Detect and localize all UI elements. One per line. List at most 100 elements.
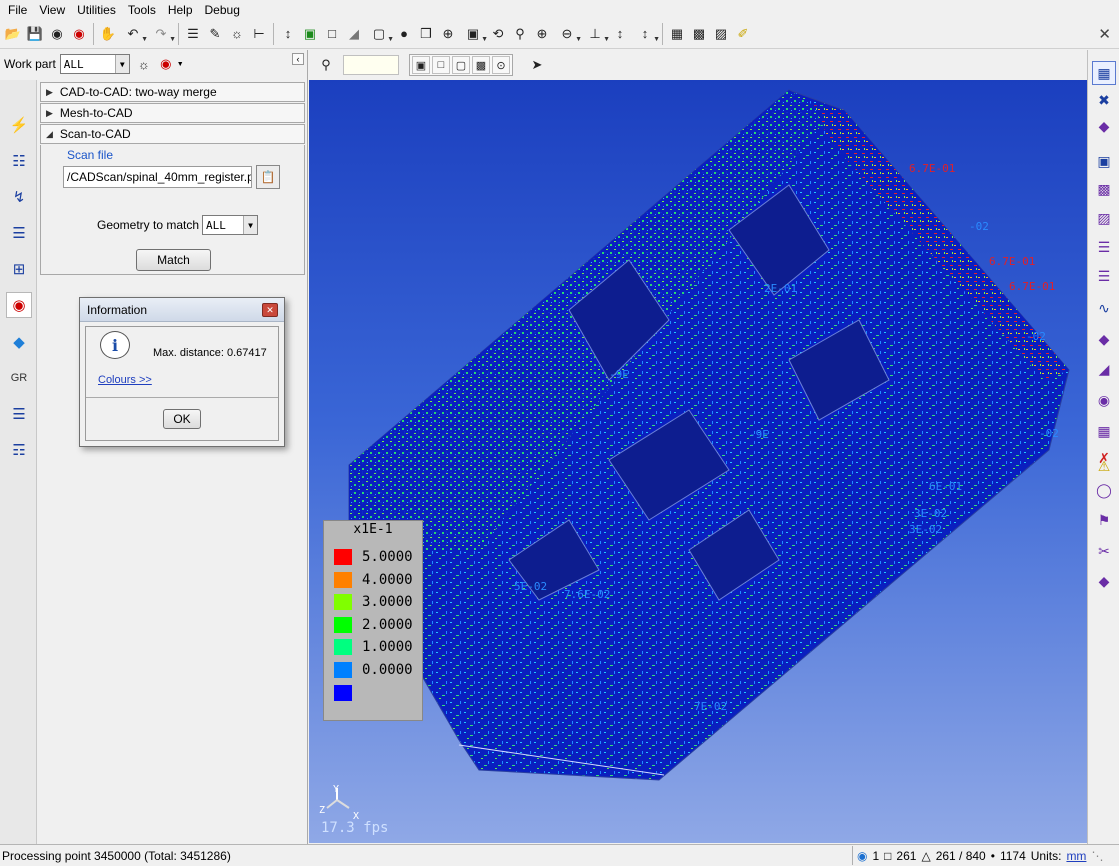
grid-icon[interactable]: ▦: [667, 24, 687, 44]
chevron-down-icon[interactable]: ▼: [177, 61, 184, 68]
undo-icon[interactable]: ↶ ▼: [120, 24, 148, 44]
checklist-icon[interactable]: ☰: [183, 24, 203, 44]
color-wheel-icon[interactable]: ◉: [156, 54, 176, 74]
zoom-icon[interactable]: ⚲: [316, 55, 336, 75]
save-icon[interactable]: 💾: [25, 24, 45, 44]
geometry-select[interactable]: ALL ▼: [202, 215, 259, 235]
color-legend: x1E-1 5.0000 4.0000 3.0000 2.0000 1.0000…: [323, 520, 423, 721]
edit-icon[interactable]: ✎: [205, 24, 225, 44]
menu-file[interactable]: File: [2, 3, 33, 17]
add-frame-icon[interactable]: ⊞: [6, 256, 32, 282]
record-icon[interactable]: ◉: [69, 24, 89, 44]
tree-icon[interactable]: ☷: [6, 148, 32, 174]
collapse-panel-button[interactable]: ‹: [292, 53, 304, 65]
axes-icon[interactable]: ⊥ ▼: [582, 24, 610, 44]
select-face-icon[interactable]: ▣: [412, 56, 430, 74]
grid-view-icon[interactable]: ▦: [1092, 61, 1116, 85]
select-edge-icon[interactable]: □: [432, 56, 450, 74]
pointer-icon[interactable]: ➤: [527, 55, 547, 75]
ok-button[interactable]: OK: [163, 409, 201, 429]
orbit-icon[interactable]: ⟲: [488, 24, 508, 44]
cut-icon[interactable]: ✂: [1092, 539, 1116, 563]
main-toolbar: 📂 💾 ◉ ◉ ✋ ↶ ▼ ↷ ▼ ☰ ✎ ☼ ⊢ ↕ ▣ □ ◢ ▢ ▼ ● ❒ ⊕…: [0, 19, 1119, 49]
layers-icon[interactable]: ☰: [1092, 235, 1116, 259]
menu-debug[interactable]: Debug: [199, 3, 246, 17]
measure-icon[interactable]: ⊢: [249, 24, 269, 44]
accordion-mesh-to-cad[interactable]: ▶ Mesh-to-CAD: [40, 103, 305, 123]
solid-box-icon[interactable]: ▣: [300, 24, 320, 44]
gr-icon[interactable]: GR: [6, 365, 32, 391]
select-vertex-icon[interactable]: ▩: [472, 56, 490, 74]
flag-icon[interactable]: ⚑: [1092, 508, 1116, 532]
ring-icon[interactable]: ◯: [1092, 478, 1116, 502]
probe-icon[interactable]: ↕: [610, 24, 630, 44]
target-icon[interactable]: ⊕: [438, 24, 458, 44]
stack-icon[interactable]: ☰: [6, 401, 32, 427]
shade-icon[interactable]: ▨: [711, 24, 731, 44]
texture-icon[interactable]: ▩: [689, 24, 709, 44]
close-icon[interactable]: ✕: [1098, 25, 1111, 43]
units-label: Units:: [1030, 848, 1062, 863]
brush-icon[interactable]: ✐: [733, 24, 753, 44]
binoculars-icon[interactable]: ☼: [227, 24, 247, 44]
slice-icon[interactable]: ▩: [1092, 177, 1116, 201]
menu-help[interactable]: Help: [162, 3, 199, 17]
redo-icon[interactable]: ↷ ▼: [148, 24, 176, 44]
path-icon[interactable]: ↯: [6, 184, 32, 210]
open-icon[interactable]: 📂: [3, 24, 23, 44]
select-center-icon[interactable]: ⊙: [492, 56, 510, 74]
zoom-in-icon[interactable]: ⊕: [532, 24, 552, 44]
lightning-icon[interactable]: ⚡: [6, 112, 32, 138]
viewport-search-input[interactable]: [343, 55, 399, 75]
zoom-out-icon[interactable]: ⊖ ▼: [554, 24, 582, 44]
menu-utilities[interactable]: Utilities: [71, 3, 122, 17]
grid-plane-icon[interactable]: ▦: [1092, 419, 1116, 443]
g-slice-icon[interactable]: ▨: [1092, 206, 1116, 230]
fit-icon[interactable]: ❒: [416, 24, 436, 44]
curve-icon[interactable]: ∿: [1092, 296, 1116, 320]
shaded-icon[interactable]: ◢: [344, 24, 364, 44]
probe2-icon[interactable]: ↕ ▼: [632, 24, 660, 44]
frame-icon[interactable]: ▣ ▼: [460, 24, 488, 44]
menu-view[interactable]: View: [33, 3, 71, 17]
match-button[interactable]: Match: [136, 249, 211, 271]
axis-z-label: Z: [319, 805, 326, 816]
hand-icon[interactable]: ✋: [98, 24, 118, 44]
zoom-window-icon[interactable]: ⚲: [510, 24, 530, 44]
box-view-icon[interactable]: ▢ ▼: [366, 24, 394, 44]
close-icon[interactable]: ✕: [262, 303, 278, 317]
compare-icon[interactable]: ◉: [6, 292, 32, 318]
layers-solid-icon[interactable]: ◆: [6, 329, 32, 355]
accordion-scan-to-cad[interactable]: ◢ Scan-to-CAD: [40, 124, 305, 144]
notes-icon[interactable]: ☶: [6, 437, 32, 463]
warning-icon[interactable]: ⚠: [1092, 454, 1116, 478]
workpart-select[interactable]: ALL ▼: [59, 54, 130, 74]
scan-file-input[interactable]: /CADScan/spinal_40mm_register.ply: [63, 166, 252, 188]
3d-viewport[interactable]: 6.7E-01 6.7E-01 6.7E-01 -02 -02 2E-01 -9…: [309, 80, 1087, 843]
plane-icon[interactable]: ◆: [1092, 114, 1116, 138]
axis-icon[interactable]: ↕: [278, 24, 298, 44]
intersect-icon[interactable]: ✖: [1092, 88, 1116, 112]
sliders-icon[interactable]: ☰: [6, 220, 32, 246]
resize-grip-icon[interactable]: ⋱: [1091, 849, 1103, 863]
select-point-icon[interactable]: ▢: [452, 56, 470, 74]
scan-to-cad-panel: Scan file /CADScan/spinal_40mm_register.…: [40, 145, 305, 275]
camera-icon[interactable]: ◉: [47, 24, 67, 44]
wire-box-icon[interactable]: □: [322, 24, 342, 44]
units-link[interactable]: mm: [1066, 849, 1086, 863]
colours-link[interactable]: Colours >>: [98, 374, 152, 386]
menu-tools[interactable]: Tools: [122, 3, 162, 17]
pin-icon[interactable]: ●: [394, 24, 414, 44]
legend-title: x1E-1: [353, 522, 393, 537]
wedge-icon[interactable]: ◢: [1092, 357, 1116, 381]
offset-icon[interactable]: ◆: [1092, 327, 1116, 351]
accordion-cad-to-cad[interactable]: ▶ CAD-to-CAD: two-way merge: [40, 82, 305, 102]
browse-file-button[interactable]: 📋: [256, 165, 280, 189]
solid-icon[interactable]: ▣: [1092, 149, 1116, 173]
sphere-slice-icon[interactable]: ◉: [1092, 388, 1116, 412]
split-icon[interactable]: ◆: [1092, 569, 1116, 593]
binoculars-icon[interactable]: ☼: [134, 54, 154, 74]
legend-value: 0.0000: [362, 662, 413, 678]
annotation-blue: 5E-02: [514, 580, 547, 593]
layers2-icon[interactable]: ☰: [1092, 264, 1116, 288]
